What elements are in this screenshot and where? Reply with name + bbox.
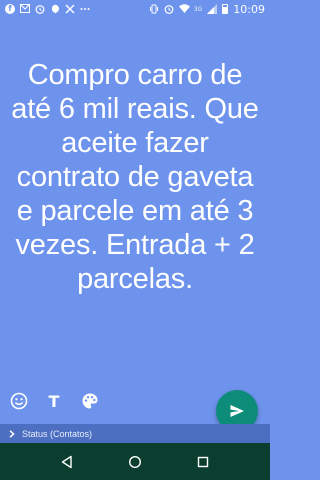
status-audience-bar[interactable]: Status (Contatos) <box>0 424 270 443</box>
system-status-bar: f 3G 10:09 <box>0 0 270 18</box>
clock: 10:09 <box>233 2 265 16</box>
back-button[interactable] <box>57 452 77 472</box>
battery-icon <box>222 4 229 14</box>
facebook-icon: f <box>5 4 15 14</box>
vibrate-icon <box>149 4 159 14</box>
recent-apps-button[interactable] <box>193 452 213 472</box>
alarm-icon <box>164 4 174 14</box>
chevron-right-icon <box>8 429 16 438</box>
hangouts-icon <box>50 4 60 14</box>
audience-label: Status (Contatos) <box>22 428 93 439</box>
system-indicators: 3G 10:09 <box>144 3 270 16</box>
background-color-button[interactable] <box>79 390 101 412</box>
network-type-label: 3G <box>193 5 203 13</box>
text-icon: T <box>48 391 60 411</box>
home-icon <box>128 455 142 469</box>
wifi-icon <box>178 4 190 14</box>
home-button[interactable] <box>125 452 145 472</box>
palette-icon <box>82 393 98 409</box>
emoji-icon <box>10 392 28 410</box>
no-signal-icon <box>65 4 75 14</box>
signal-icon <box>207 4 218 14</box>
font-style-button[interactable]: T <box>43 390 65 412</box>
back-icon <box>61 455 72 469</box>
recent-apps-icon <box>197 456 209 468</box>
status-composer-screen: f 3G 10:09 Compro carro de até 6 mil rea… <box>0 0 270 480</box>
status-text-input[interactable]: Compro carro de até 6 mil reais. Que ace… <box>6 58 264 296</box>
send-icon <box>230 405 244 417</box>
alarm-icon <box>35 4 45 14</box>
system-navigation-bar <box>0 443 270 480</box>
notification-icons: f <box>0 4 95 14</box>
emoji-button[interactable] <box>8 390 30 412</box>
more-icon <box>80 4 90 14</box>
gmail-icon <box>20 4 30 14</box>
